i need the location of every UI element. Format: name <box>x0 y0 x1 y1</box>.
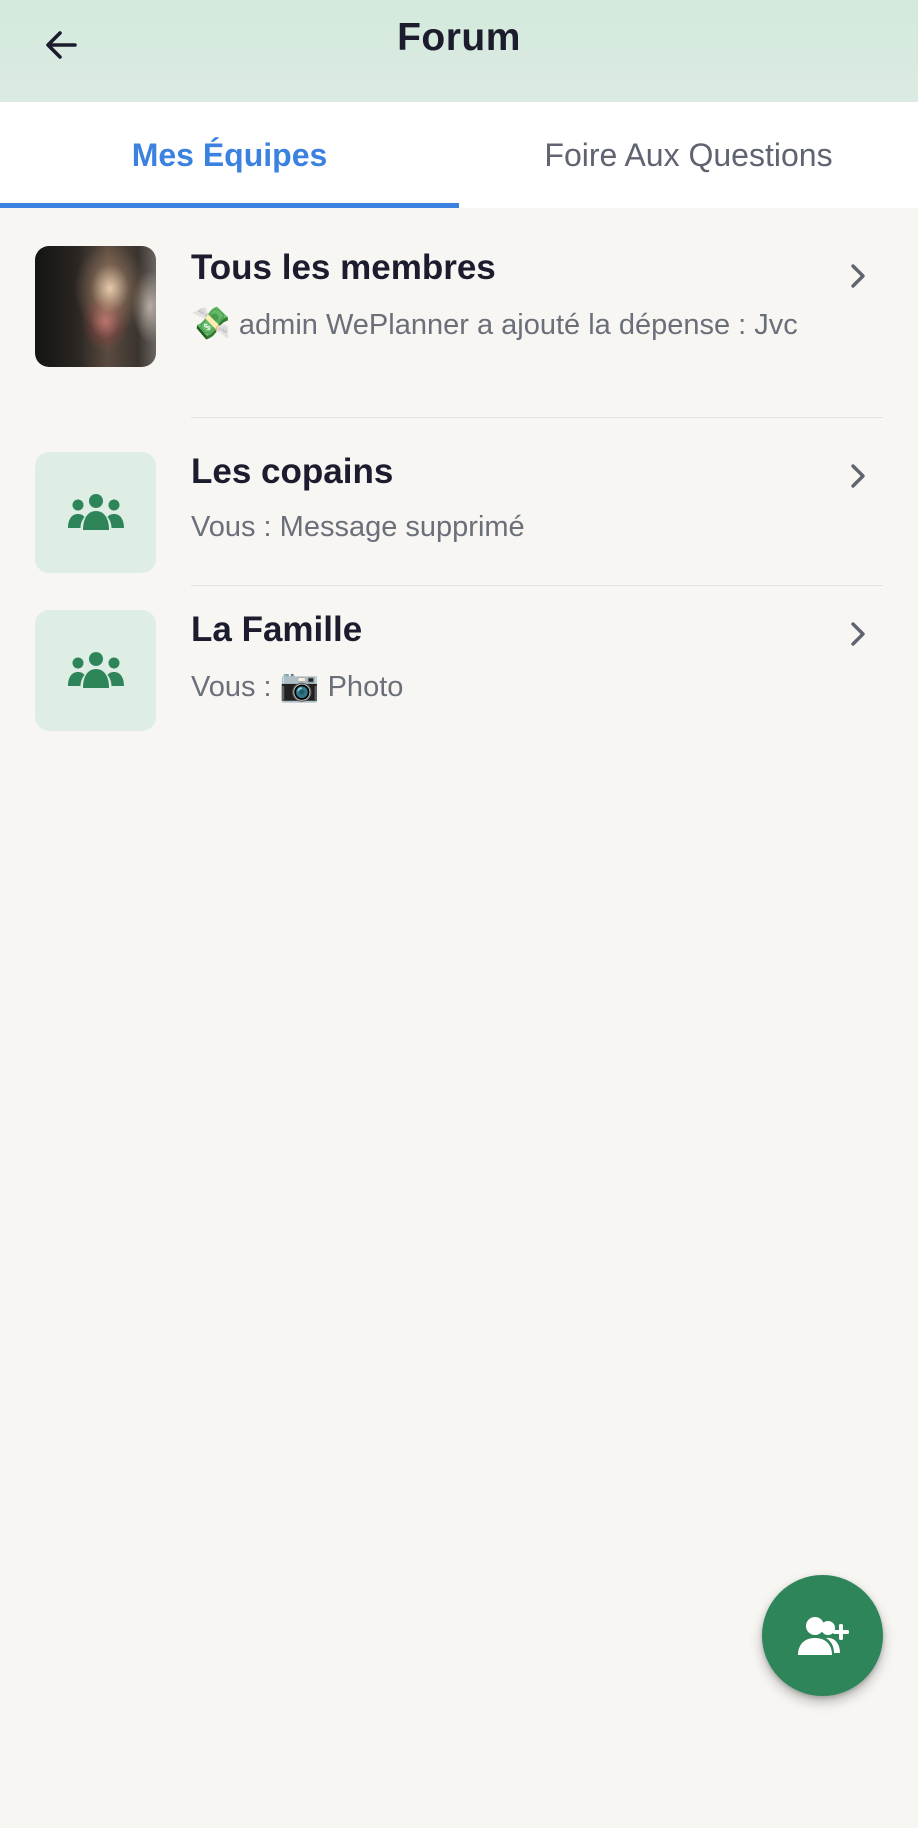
chevron-right-icon <box>840 616 876 652</box>
chevron-right-icon <box>840 458 876 494</box>
tab-label: Foire Aux Questions <box>544 136 833 173</box>
add-user-icon <box>797 1616 849 1655</box>
arrow-left-icon <box>46 31 77 59</box>
group-avatar <box>35 610 156 731</box>
team-name: Les copains <box>191 452 394 491</box>
group-icon <box>67 651 124 688</box>
team-photo-avatar <box>35 246 156 367</box>
money-with-wings-icon: 💸 <box>191 304 231 342</box>
back-button[interactable] <box>30 14 92 76</box>
team-row-la-famille[interactable]: La Famille Vous : 📷 Photo <box>0 586 918 754</box>
tab-foire-aux-questions[interactable]: Foire Aux Questions <box>459 102 918 208</box>
last-message-preview: Vous : 📷 Photo <box>191 662 831 710</box>
last-message-prefix: Vous : <box>191 671 272 703</box>
team-name: La Famille <box>191 610 363 649</box>
add-member-fab[interactable] <box>762 1575 883 1696</box>
team-name: Tous les membres <box>191 248 496 287</box>
last-message-preview: 💸 admin WePlanner a ajouté la dépense : … <box>191 300 831 348</box>
team-row-les-copains[interactable]: Les copains Vous : Message supprimé <box>0 418 918 586</box>
forum-screen: Forum Mes Équipes Foire Aux Questions To… <box>0 0 918 1828</box>
last-message-text: Photo <box>327 671 404 703</box>
tab-mes-equipes[interactable]: Mes Équipes <box>0 102 459 208</box>
tab-label: Mes Équipes <box>131 136 328 173</box>
last-message-text: admin WePlanner a ajouté la dépense : Jv… <box>238 309 798 341</box>
last-message-preview: Vous : Message supprimé <box>191 504 831 550</box>
team-list: Tous les membres 💸 admin WePlanner a ajo… <box>0 208 918 754</box>
group-icon <box>67 493 124 530</box>
last-message-text: Vous : Message supprimé <box>191 511 525 543</box>
group-avatar <box>35 452 156 573</box>
camera-icon: 📷 <box>279 666 320 704</box>
chevron-right-icon <box>840 258 876 294</box>
team-row-tous-les-membres[interactable]: Tous les membres 💸 admin WePlanner a ajo… <box>0 208 918 418</box>
tab-bar: Mes Équipes Foire Aux Questions <box>0 102 918 208</box>
page-title: Forum <box>397 16 521 59</box>
app-bar: Forum <box>0 0 918 102</box>
